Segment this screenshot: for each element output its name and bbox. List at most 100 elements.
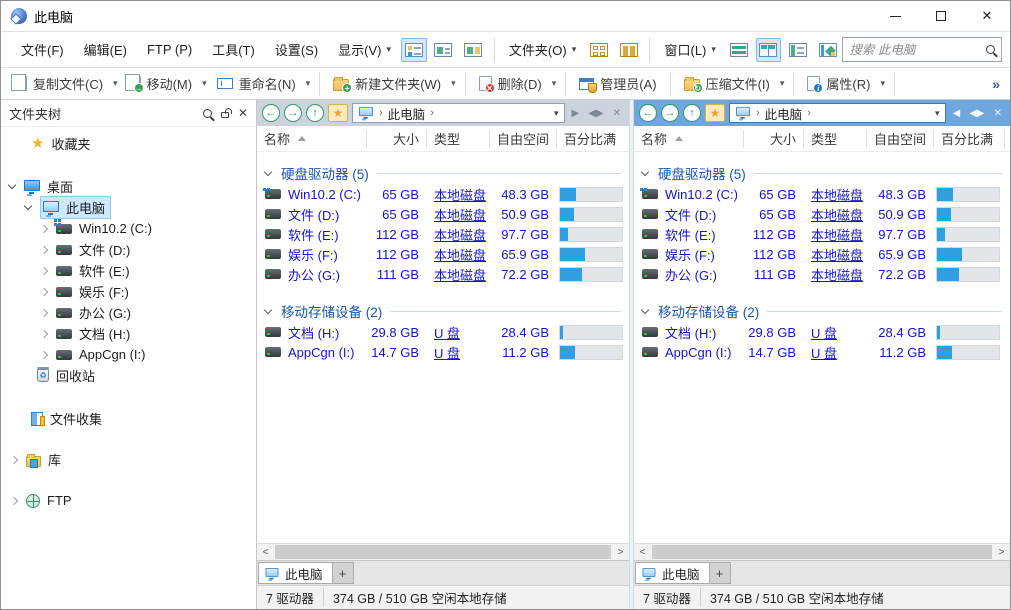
toolbar-overflow-chevron[interactable]: » <box>992 76 1004 92</box>
column-percent-full[interactable]: 百分比满 <box>557 130 627 148</box>
tree-item-favorites[interactable]: ★收藏夹 <box>1 133 256 154</box>
breadcrumb[interactable]: › 此电脑 › ▾ <box>729 103 946 123</box>
column-free-space[interactable]: 自由空间 <box>490 130 557 148</box>
drive-row-h[interactable]: 文档 (H:) 29.8 GB U 盘 28.4 GB <box>634 322 1010 342</box>
horizontal-scrollbar[interactable]: < > <box>257 543 629 560</box>
drive-row-i[interactable]: AppCgn (I:) 14.7 GB U 盘 11.2 GB <box>634 342 1010 362</box>
column-size[interactable]: 大小 <box>367 130 427 148</box>
chevron-collapsed-icon[interactable] <box>40 350 48 358</box>
chevron-expanded-icon[interactable] <box>8 181 16 189</box>
back-button[interactable]: ← <box>639 104 657 122</box>
breadcrumb-this-pc[interactable]: 此电脑 <box>388 104 426 123</box>
breadcrumb[interactable]: › 此电脑 › ▾ <box>352 103 565 123</box>
favorites-folder-button[interactable]: ★ <box>705 104 725 122</box>
properties-dropdown[interactable]: ▾ <box>877 74 888 93</box>
drive-row-d[interactable]: 文件 (D:) 65 GB 本地磁盘 50.9 GB <box>257 204 629 224</box>
tree-item-ftp[interactable]: FTP <box>1 490 256 511</box>
folder-grid-button[interactable] <box>586 38 612 62</box>
tree-item-desktop[interactable]: 桌面 <box>1 176 256 197</box>
tree-item-file-collect[interactable]: 文件收集 <box>1 408 256 429</box>
scroll-right-icon[interactable]: > <box>612 547 629 558</box>
menu-ftp[interactable]: FTP (P) <box>139 37 200 62</box>
admin-button[interactable]: 管理员(A) <box>572 70 663 97</box>
drive-row-g[interactable]: 办公 (G:) 111 GB 本地磁盘 72.2 GB <box>257 264 629 284</box>
pane-close-icon[interactable]: ✕ <box>994 108 1002 119</box>
scroll-left-icon[interactable]: < <box>634 547 651 558</box>
column-name[interactable]: 名称 <box>257 130 367 148</box>
scroll-thumb[interactable] <box>275 545 611 559</box>
drive-row-e[interactable]: 软件 (E:) 112 GB 本地磁盘 97.7 GB <box>634 224 1010 244</box>
chevron-collapsed-icon[interactable] <box>40 329 48 337</box>
layout-split-button[interactable] <box>756 38 782 62</box>
menu-edit[interactable]: 编辑(E) <box>76 35 135 64</box>
column-percent-full[interactable]: 百分比满 <box>934 130 1004 148</box>
drive-row-c[interactable]: Win10.2 (C:) 65 GB 本地磁盘 48.3 GB <box>634 184 1010 204</box>
drive-row-f[interactable]: 娱乐 (F:) 112 GB 本地磁盘 65.9 GB <box>257 244 629 264</box>
search-icon[interactable] <box>986 45 995 54</box>
tree-item-drive-e[interactable]: 软件 (E:) <box>1 260 256 281</box>
group-header-usb[interactable]: 移动存储设备 (2) <box>634 300 1010 322</box>
pane-close-icon[interactable]: ✕ <box>613 108 621 119</box>
view-details-button[interactable] <box>401 38 427 62</box>
add-tab-button[interactable]: + <box>333 562 354 584</box>
view-tiles-button[interactable] <box>460 38 486 62</box>
chevron-collapsed-icon[interactable] <box>40 266 48 274</box>
rename-button[interactable]: 重命名(N) <box>210 70 303 97</box>
view-list-button[interactable] <box>431 38 457 62</box>
maximize-button[interactable] <box>918 1 964 31</box>
tree-item-drive-i[interactable]: AppCgn (I:) <box>1 344 256 365</box>
up-button[interactable]: ↑ <box>306 104 324 122</box>
folder-columns-button[interactable] <box>616 38 642 62</box>
tab-this-pc[interactable]: 此电脑 <box>258 562 333 584</box>
layout-tree-button[interactable] <box>785 38 811 62</box>
chevron-collapsed-icon[interactable] <box>40 224 48 232</box>
minimize-button[interactable] <box>872 1 918 31</box>
menu-file[interactable]: 文件(F) <box>13 35 72 64</box>
compress-dropdown[interactable]: ▾ <box>777 74 788 93</box>
group-header-hdd[interactable]: 硬盘驱动器 (5) <box>257 162 629 184</box>
copy-dropdown[interactable]: ▾ <box>110 74 121 93</box>
chevron-collapsed-icon[interactable] <box>40 287 48 295</box>
tree-item-this-pc[interactable]: 此电脑 <box>1 197 256 218</box>
column-clipped[interactable]: 文 <box>1004 130 1011 148</box>
drive-row-c[interactable]: Win10.2 (C:) 65 GB 本地磁盘 48.3 GB <box>257 184 629 204</box>
pane-expand-icon[interactable]: ◀ <box>953 108 961 119</box>
tree-item-drive-c[interactable]: Win10.2 (C:) <box>1 218 256 239</box>
tree-item-drive-d[interactable]: 文件 (D:) <box>1 239 256 260</box>
scroll-thumb[interactable] <box>652 545 992 559</box>
new-folder-dropdown[interactable]: ▾ <box>448 74 459 93</box>
close-button[interactable]: ✕ <box>964 1 1010 31</box>
chevron-collapsed-icon[interactable] <box>10 455 18 463</box>
layout-preview-button[interactable] <box>815 38 841 62</box>
tree-search-button[interactable] <box>203 109 212 118</box>
drive-row-i[interactable]: AppCgn (I:) 14.7 GB U 盘 11.2 GB <box>257 342 629 362</box>
menu-folder[interactable]: 文件夹(O)▾ <box>503 35 582 64</box>
add-tab-button[interactable]: + <box>710 562 731 584</box>
rename-dropdown[interactable]: ▾ <box>303 74 314 93</box>
drive-row-f[interactable]: 娱乐 (F:) 112 GB 本地磁盘 65.9 GB <box>634 244 1010 264</box>
horizontal-scrollbar[interactable]: < > <box>634 543 1010 560</box>
tab-this-pc[interactable]: 此电脑 <box>635 562 710 584</box>
back-button[interactable]: ← <box>262 104 280 122</box>
menu-window[interactable]: 窗口(L)▾ <box>658 35 721 64</box>
menu-settings[interactable]: 设置(S) <box>267 35 326 64</box>
tree-item-recycle-bin[interactable]: 回收站 <box>1 365 256 386</box>
drive-row-d[interactable]: 文件 (D:) 65 GB 本地磁盘 50.9 GB <box>634 204 1010 224</box>
compress-button[interactable]: ↻ 压缩文件(I) <box>677 70 777 97</box>
favorites-folder-button[interactable]: ★ <box>328 104 348 122</box>
delete-dropdown[interactable]: ▾ <box>549 74 560 93</box>
column-type[interactable]: 类型 <box>427 130 490 148</box>
layout-rows-button[interactable] <box>726 38 752 62</box>
move-dropdown[interactable]: ▾ <box>199 74 210 93</box>
column-name[interactable]: 名称 <box>634 130 744 148</box>
copy-file-button[interactable]: 复制文件(C) <box>7 70 110 97</box>
forward-button[interactable]: → <box>284 104 302 122</box>
column-size[interactable]: 大小 <box>744 130 804 148</box>
tree-item-drive-g[interactable]: 办公 (G:) <box>1 302 256 323</box>
chevron-collapsed-icon[interactable] <box>40 308 48 316</box>
tree-unlock-button[interactable] <box>221 108 229 118</box>
pane-expand-icon[interactable]: ▶ <box>572 108 580 119</box>
column-type[interactable]: 类型 <box>804 130 867 148</box>
move-button[interactable]: → 移动(M) <box>121 70 200 97</box>
breadcrumb-dropdown-icon[interactable]: ▾ <box>554 108 559 119</box>
